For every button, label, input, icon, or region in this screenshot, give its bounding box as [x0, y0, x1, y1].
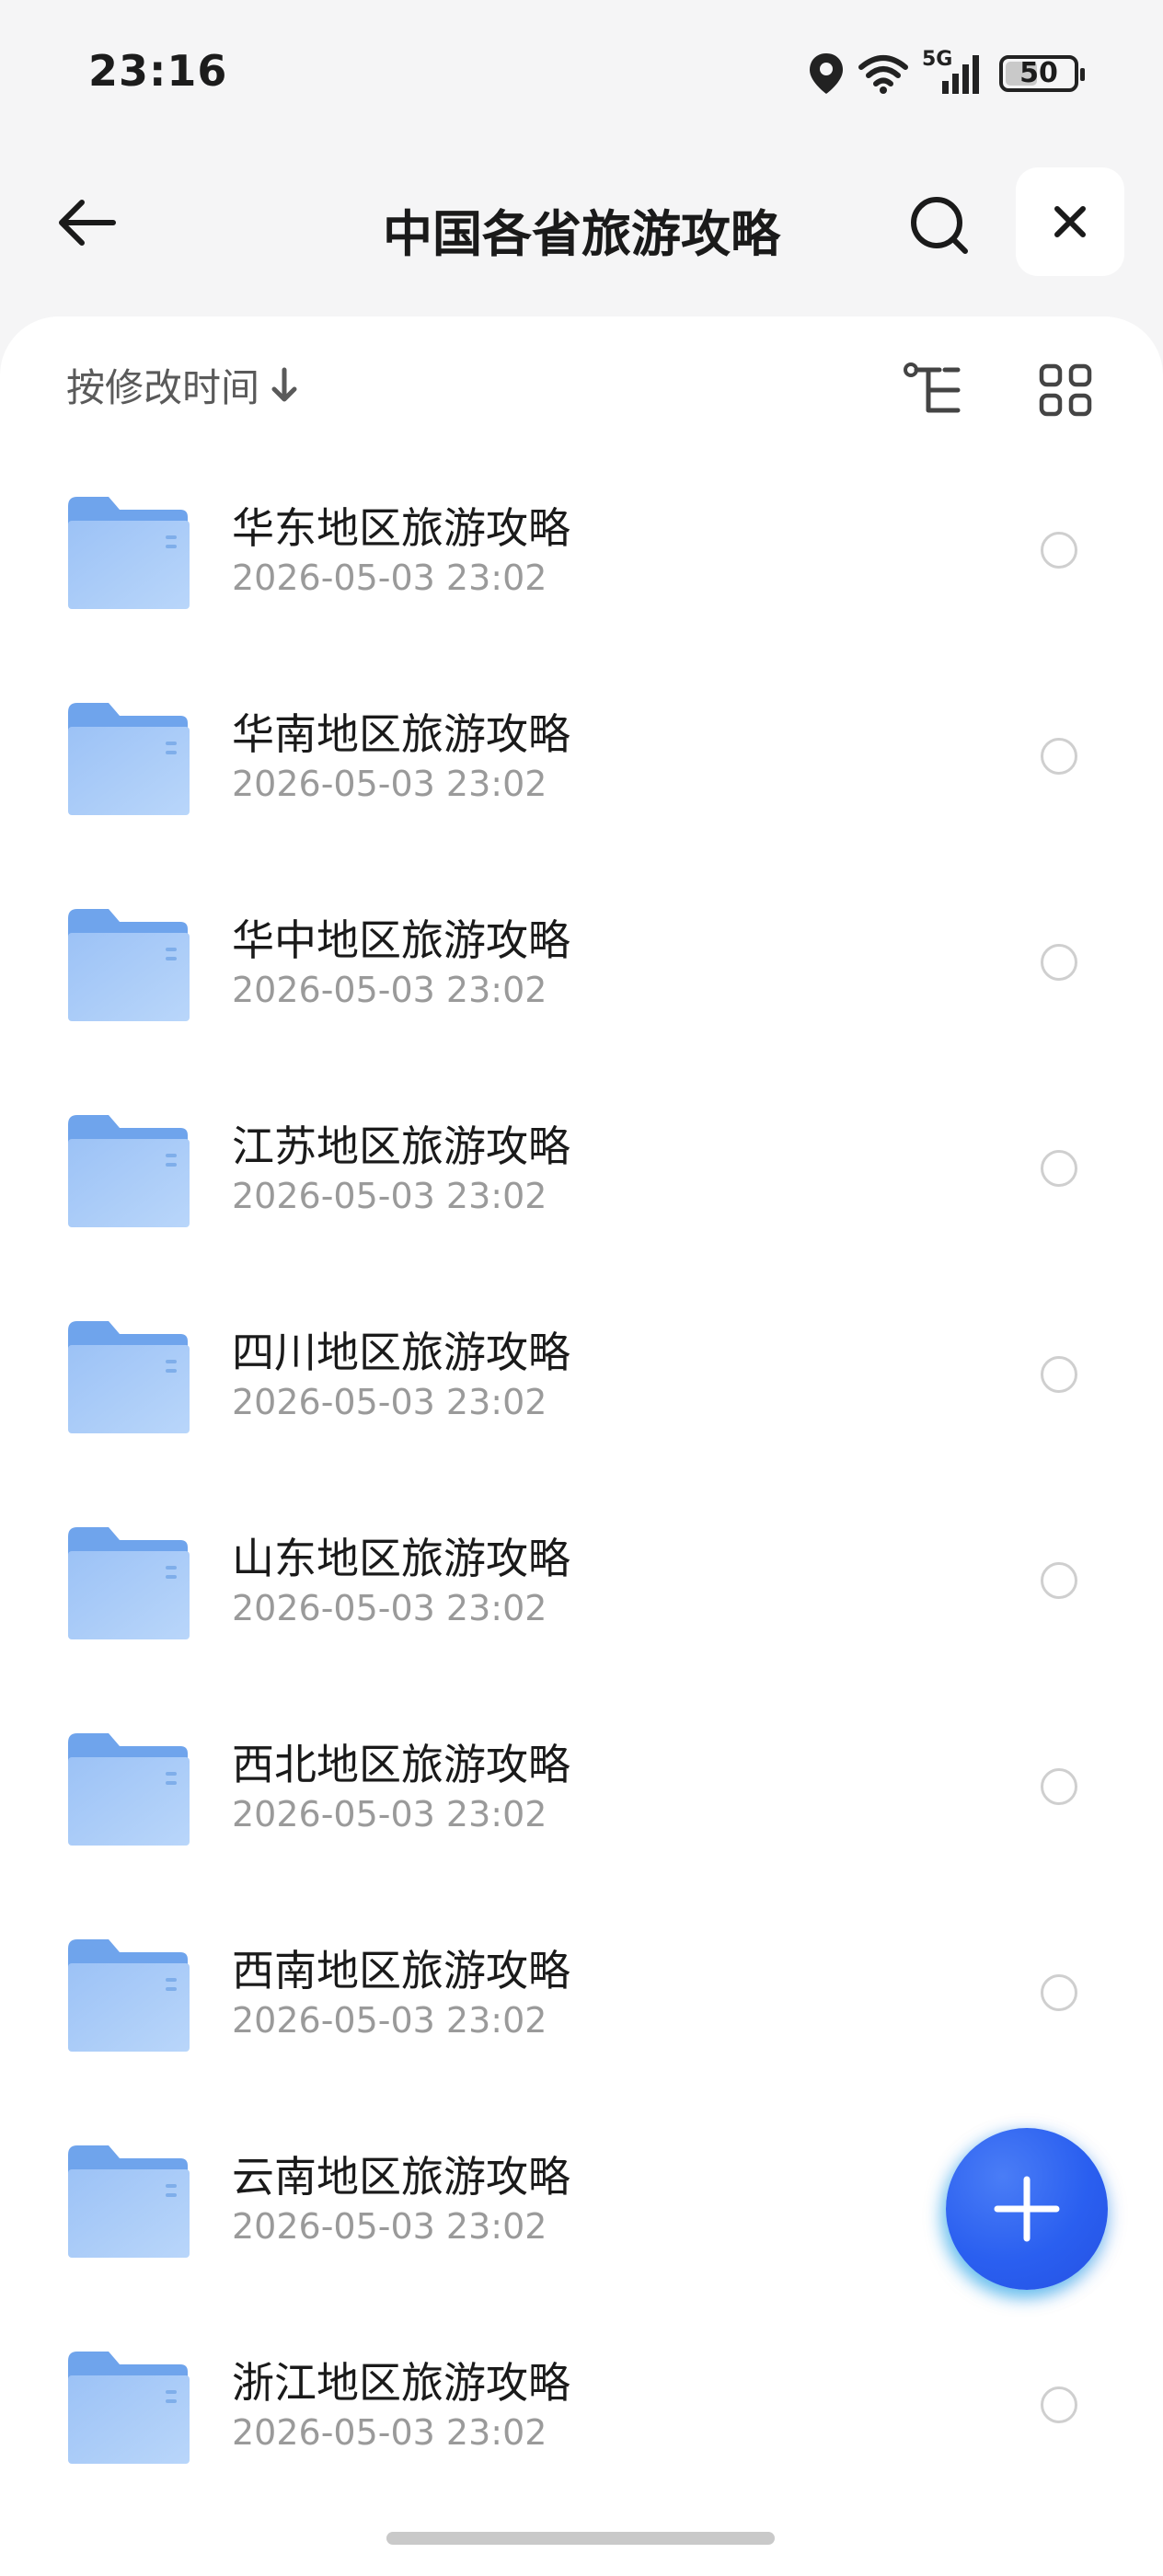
file-name: 山东地区旅游攻略: [232, 1534, 570, 1583]
arrow-down-icon: [271, 367, 297, 401]
folder-icon: [68, 1321, 190, 1433]
status-bar: 23:16 5G 50: [0, 0, 1163, 147]
folder-icon: [68, 1939, 190, 2052]
status-icons: 5G 50: [808, 46, 1085, 101]
sort-label: 按修改时间: [66, 365, 260, 410]
sort-button[interactable]: 按修改时间: [66, 357, 300, 413]
file-row[interactable]: 西北地区旅游攻略 2026-05-03 23:02: [0, 1695, 1163, 1901]
folder-icon: [68, 2145, 190, 2258]
file-row[interactable]: 江苏地区旅游攻略 2026-05-03 23:02: [0, 1076, 1163, 1282]
folder-icon: [68, 2352, 190, 2464]
select-checkbox[interactable]: [1041, 1562, 1077, 1599]
select-checkbox[interactable]: [1041, 1356, 1077, 1393]
grid-view-button[interactable]: [1029, 353, 1102, 427]
select-checkbox[interactable]: [1041, 2386, 1077, 2423]
select-checkbox[interactable]: [1041, 532, 1077, 569]
close-button[interactable]: [1016, 167, 1124, 276]
file-date: 2026-05-03 23:02: [232, 2206, 547, 2247]
search-button[interactable]: [898, 184, 981, 267]
folder-icon: [68, 1733, 190, 1846]
file-row[interactable]: 华南地区旅游攻略 2026-05-03 23:02: [0, 664, 1163, 870]
file-row[interactable]: 华东地区旅游攻略 2026-05-03 23:02: [0, 458, 1163, 664]
folder-icon: [68, 1115, 190, 1227]
signal-icon: [942, 55, 979, 94]
file-name: 四川地区旅游攻略: [232, 1328, 570, 1377]
file-name: 云南地区旅游攻略: [232, 2152, 570, 2202]
status-time: 23:16: [88, 46, 228, 96]
file-row[interactable]: 华中地区旅游攻略 2026-05-03 23:02: [0, 870, 1163, 1076]
page-title: 中国各省旅游攻略: [383, 205, 780, 263]
select-checkbox[interactable]: [1041, 738, 1077, 775]
file-row[interactable]: 西南地区旅游攻略 2026-05-03 23:02: [0, 1901, 1163, 2107]
tree-view-icon: [904, 362, 961, 413]
file-date: 2026-05-03 23:02: [232, 970, 547, 1010]
grid-view-icon: [1039, 363, 1092, 417]
wifi-icon: [858, 55, 908, 94]
cellular-indicator: 5G: [922, 48, 986, 96]
plus-icon: [994, 2176, 1060, 2242]
folder-icon: [68, 1527, 190, 1639]
file-name: 浙江地区旅游攻略: [232, 2358, 570, 2408]
file-date: 2026-05-03 23:02: [232, 1588, 547, 1628]
folder-icon: [68, 909, 190, 1021]
file-row[interactable]: 浙江地区旅游攻略 2026-05-03 23:02: [0, 2313, 1163, 2519]
file-row[interactable]: 四川地区旅游攻略 2026-05-03 23:02: [0, 1282, 1163, 1489]
add-button[interactable]: [946, 2128, 1108, 2290]
file-date: 2026-05-03 23:02: [232, 1382, 547, 1422]
battery-text: 50: [1019, 57, 1058, 89]
select-checkbox[interactable]: [1041, 1974, 1077, 2011]
tree-view-button[interactable]: [898, 353, 972, 427]
file-date: 2026-05-03 23:02: [232, 2000, 547, 2041]
battery-icon: 50: [999, 55, 1085, 92]
file-row[interactable]: 山东地区旅游攻略 2026-05-03 23:02: [0, 1489, 1163, 1695]
file-date: 2026-05-03 23:02: [232, 2412, 547, 2453]
header: 中国各省旅游攻略: [0, 156, 1163, 285]
file-name: 华东地区旅游攻略: [232, 503, 570, 553]
home-indicator[interactable]: [386, 2532, 775, 2545]
file-date: 2026-05-03 23:02: [232, 558, 547, 598]
search-icon: [911, 197, 968, 254]
file-date: 2026-05-03 23:02: [232, 1794, 547, 1834]
folder-icon: [68, 497, 190, 609]
file-name: 西南地区旅游攻略: [232, 1946, 570, 1995]
folder-icon: [68, 703, 190, 815]
location-icon: [810, 53, 843, 94]
file-date: 2026-05-03 23:02: [232, 764, 547, 804]
select-checkbox[interactable]: [1041, 1768, 1077, 1805]
file-name: 江苏地区旅游攻略: [232, 1121, 570, 1171]
select-checkbox[interactable]: [1041, 944, 1077, 981]
select-checkbox[interactable]: [1041, 1150, 1077, 1187]
file-date: 2026-05-03 23:02: [232, 1176, 547, 1216]
file-name: 华南地区旅游攻略: [232, 709, 570, 759]
close-icon: [1054, 206, 1086, 237]
file-name: 华中地区旅游攻略: [232, 915, 570, 965]
file-name: 西北地区旅游攻略: [232, 1740, 570, 1789]
